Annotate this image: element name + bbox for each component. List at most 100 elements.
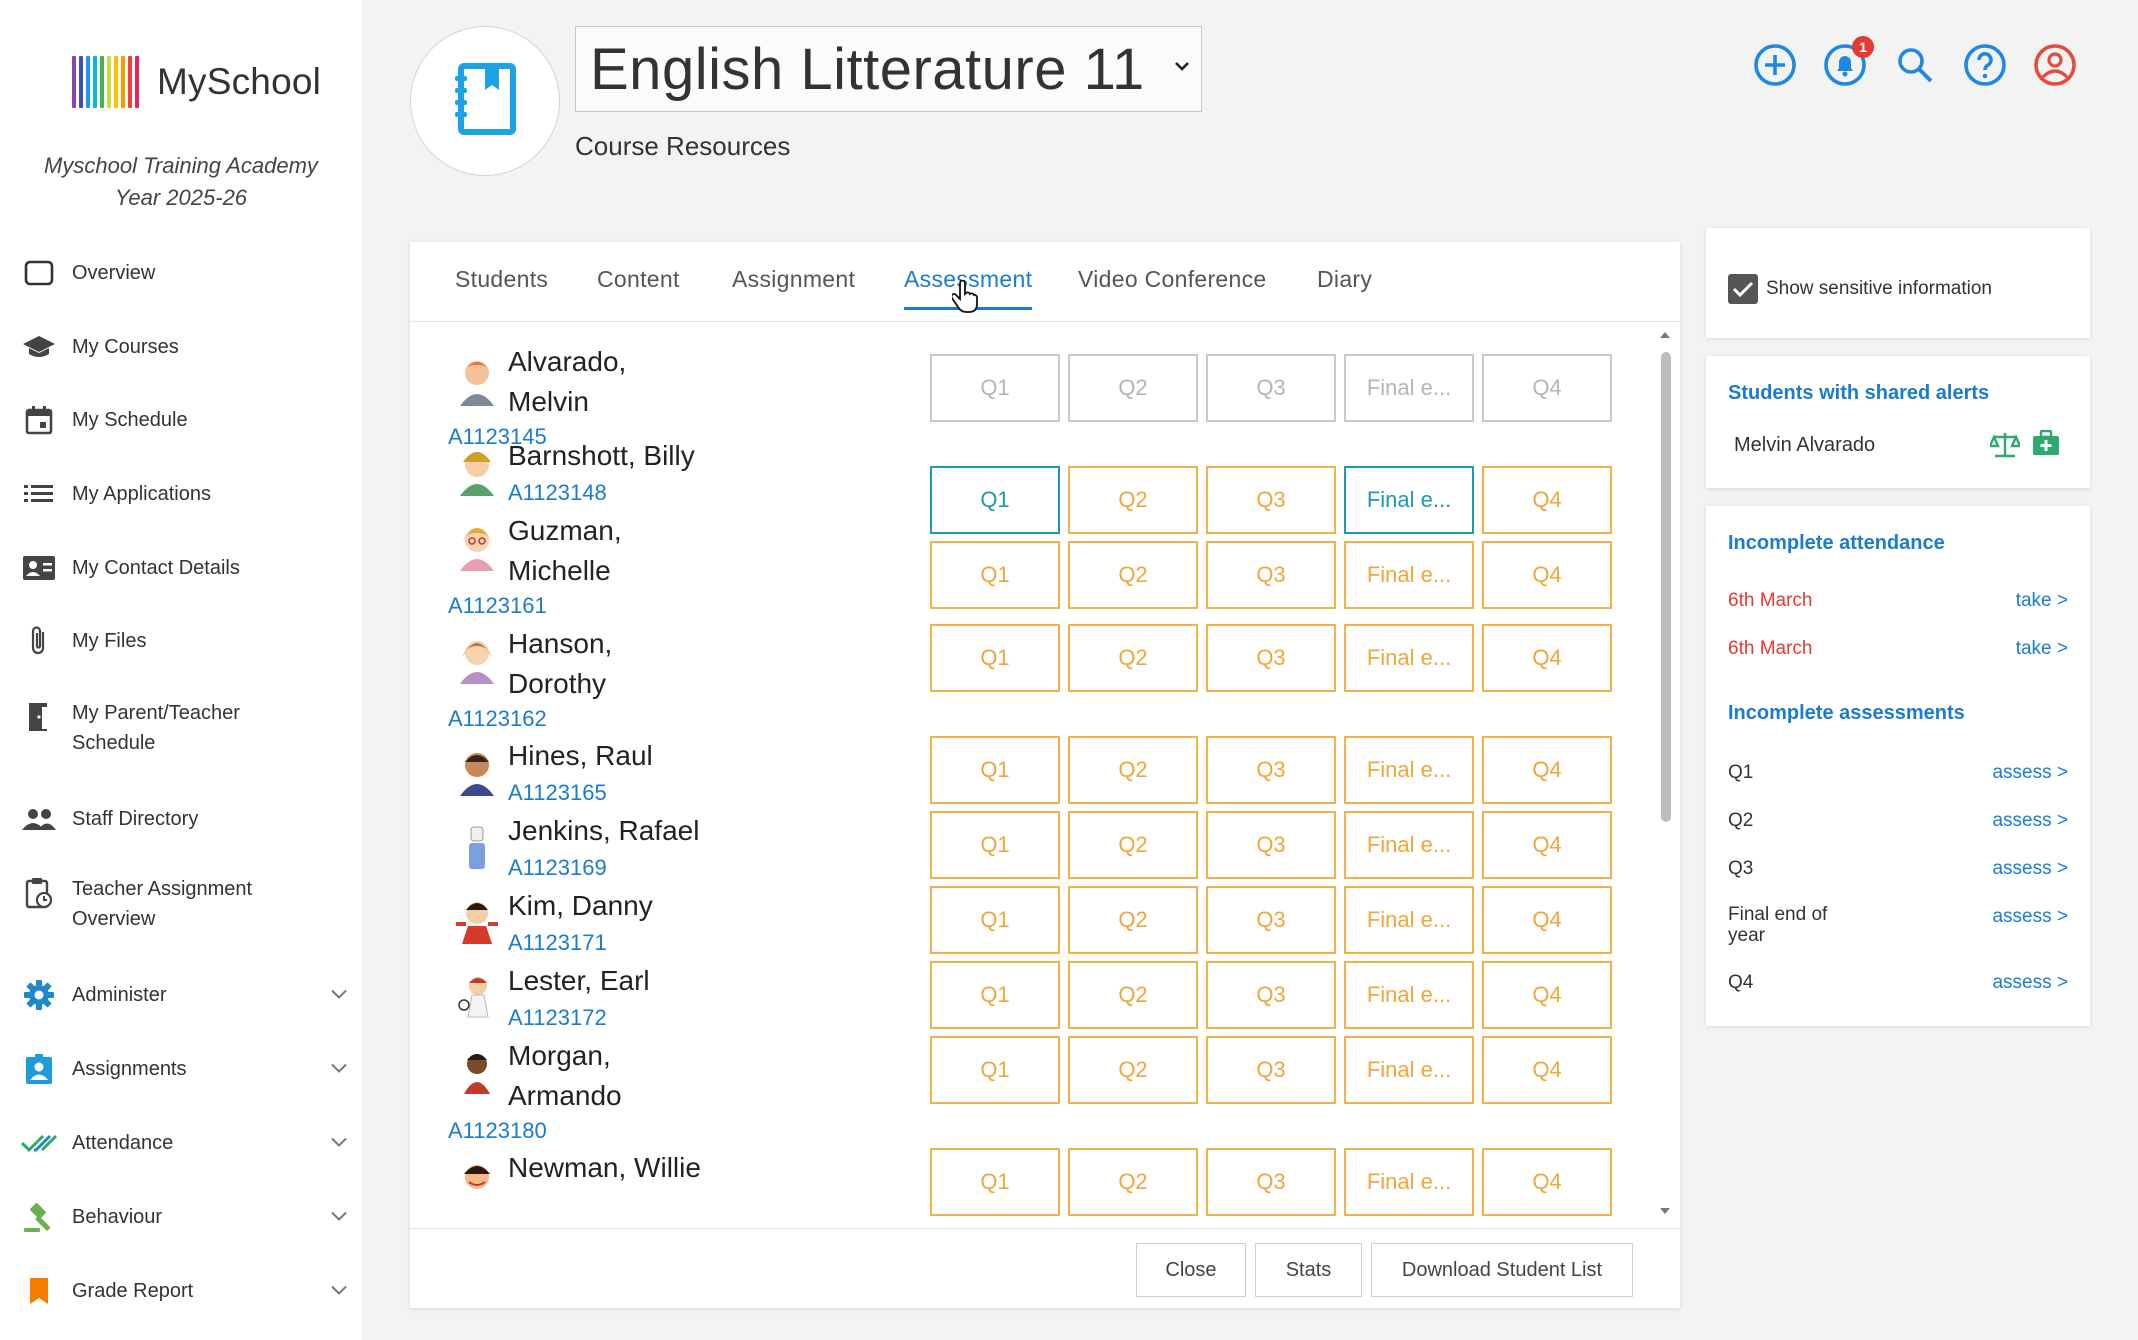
grade-final-button[interactable]: Final e... [1344,961,1474,1029]
grade-q2-button[interactable]: Q2 [1068,1148,1198,1216]
grade-q1-button[interactable]: Q1 [930,811,1060,879]
profile-button[interactable] [2032,42,2078,88]
tab-content[interactable]: Content [597,266,680,307]
grade-q4-button[interactable]: Q4 [1482,354,1612,422]
student-name[interactable]: Hanson, Dorothy [508,624,828,704]
search-button[interactable] [1892,42,1938,88]
grade-final-button[interactable]: Final e... [1344,736,1474,804]
student-name[interactable]: Hines, Raul [508,736,828,776]
grade-q2-button[interactable]: Q2 [1068,466,1198,534]
grade-q3-button[interactable]: Q3 [1206,624,1336,692]
student-id[interactable]: A1123148 [508,478,607,508]
grade-q4-button[interactable]: Q4 [1482,736,1612,804]
tab-video-conference[interactable]: Video Conference [1078,266,1267,307]
sidebar-item-grade-report[interactable]: Grade Report [20,1272,350,1310]
sidebar-item-assignments[interactable]: Assignments [20,1050,350,1088]
grade-q1-button[interactable]: Q1 [930,1036,1060,1104]
grade-final-button[interactable]: Final e... [1344,624,1474,692]
grade-q3-button[interactable]: Q3 [1206,1148,1336,1216]
sidebar-item-my-applications[interactable]: My Applications [20,475,350,513]
grade-q2-button[interactable]: Q2 [1068,886,1198,954]
grade-final-button[interactable]: Final e... [1344,541,1474,609]
student-name[interactable]: Kim, Danny [508,886,828,926]
notifications-button[interactable]: 1 [1822,36,1874,88]
student-name[interactable]: Newman, Willie [508,1148,828,1188]
grade-final-button[interactable]: Final e... [1344,886,1474,954]
grade-q3-button[interactable]: Q3 [1206,886,1336,954]
sidebar-item-parent-teacher-schedule[interactable]: My Parent/Teacher Schedule [20,698,350,758]
sidebar-item-overview[interactable]: Overview [20,254,350,292]
tab-students[interactable]: Students [455,266,548,307]
student-id[interactable]: A1123171 [508,928,607,958]
sidebar-item-my-files[interactable]: My Files [20,622,350,660]
grade-final-button[interactable]: Final e... [1344,1148,1474,1216]
grade-final-button[interactable]: Final e... [1344,466,1474,534]
sidebar-item-teacher-assignment-overview[interactable]: Teacher Assignment Overview [20,874,350,934]
tab-assignment[interactable]: Assignment [732,266,855,307]
grade-q1-button[interactable]: Q1 [930,466,1060,534]
shared-alert-student[interactable]: Melvin Alvarado [1734,434,1875,457]
grade-q3-button[interactable]: Q3 [1206,466,1336,534]
grade-q2-button[interactable]: Q2 [1068,811,1198,879]
grade-q3-button[interactable]: Q3 [1206,736,1336,804]
grade-q3-button[interactable]: Q3 [1206,541,1336,609]
tab-diary[interactable]: Diary [1317,266,1372,307]
assess-link[interactable]: assess > [1992,906,2068,928]
sidebar-item-attendance[interactable]: Attendance [20,1124,350,1162]
sidebar-item-behaviour[interactable]: Behaviour [20,1198,350,1236]
grade-q4-button[interactable]: Q4 [1482,541,1612,609]
grade-q2-button[interactable]: Q2 [1068,1036,1198,1104]
student-name[interactable]: Alvarado, Melvin [508,342,828,422]
course-selector[interactable]: English Litterature 11 [575,26,1202,112]
grade-q4-button[interactable]: Q4 [1482,961,1612,1029]
balance-scale-icon[interactable] [1988,430,2022,463]
student-name[interactable]: Lester, Earl [508,961,828,1001]
add-button[interactable] [1752,42,1798,88]
assess-link[interactable]: assess > [1992,858,2068,880]
assess-link[interactable]: assess > [1992,762,2068,784]
student-id[interactable]: A1123161 [448,591,547,621]
student-name[interactable]: Jenkins, Rafael [508,811,828,851]
sidebar-item-my-courses[interactable]: My Courses [20,328,350,366]
assess-link[interactable]: assess > [1992,810,2068,832]
grade-q3-button[interactable]: Q3 [1206,1036,1336,1104]
grade-q1-button[interactable]: Q1 [930,961,1060,1029]
grade-q3-button[interactable]: Q3 [1206,354,1336,422]
sidebar-item-administer[interactable]: Administer [20,976,350,1014]
grade-q4-button[interactable]: Q4 [1482,466,1612,534]
take-attendance-link[interactable]: take > [2016,638,2068,660]
grade-q4-button[interactable]: Q4 [1482,624,1612,692]
scrollbar-thumb[interactable] [1661,352,1671,822]
list-scrollbar[interactable] [1658,332,1672,1216]
grade-q2-button[interactable]: Q2 [1068,624,1198,692]
student-id[interactable]: A1123169 [508,853,607,883]
student-id[interactable]: A1123162 [448,704,547,734]
grade-q2-button[interactable]: Q2 [1068,736,1198,804]
grade-q3-button[interactable]: Q3 [1206,811,1336,879]
assess-link[interactable]: assess > [1992,972,2068,994]
grade-q2-button[interactable]: Q2 [1068,541,1198,609]
grade-q1-button[interactable]: Q1 [930,541,1060,609]
stats-button[interactable]: Stats [1255,1243,1362,1297]
sidebar-item-my-contact-details[interactable]: My Contact Details [20,549,350,587]
medical-kit-icon[interactable] [2032,429,2060,461]
scroll-up-icon[interactable] [1658,330,1672,340]
grade-q4-button[interactable]: Q4 [1482,811,1612,879]
download-student-list-button[interactable]: Download Student List [1371,1243,1633,1297]
student-name[interactable]: Morgan, Armando [508,1036,828,1116]
grade-q1-button[interactable]: Q1 [930,1148,1060,1216]
student-name[interactable]: Barnshott, Billy [508,436,828,476]
grade-q1-button[interactable]: Q1 [930,736,1060,804]
grade-final-button[interactable]: Final e... [1344,1036,1474,1104]
grade-q4-button[interactable]: Q4 [1482,1036,1612,1104]
grade-q4-button[interactable]: Q4 [1482,886,1612,954]
grade-q1-button[interactable]: Q1 [930,354,1060,422]
grade-q1-button[interactable]: Q1 [930,886,1060,954]
show-sensitive-checkbox[interactable] [1728,274,1758,304]
sidebar-item-staff-directory[interactable]: Staff Directory [20,800,350,838]
grade-q2-button[interactable]: Q2 [1068,354,1198,422]
scroll-down-icon[interactable] [1658,1206,1672,1216]
student-id[interactable]: A1123165 [508,778,607,808]
help-button[interactable] [1962,42,2008,88]
student-id[interactable]: A1123172 [508,1003,607,1033]
